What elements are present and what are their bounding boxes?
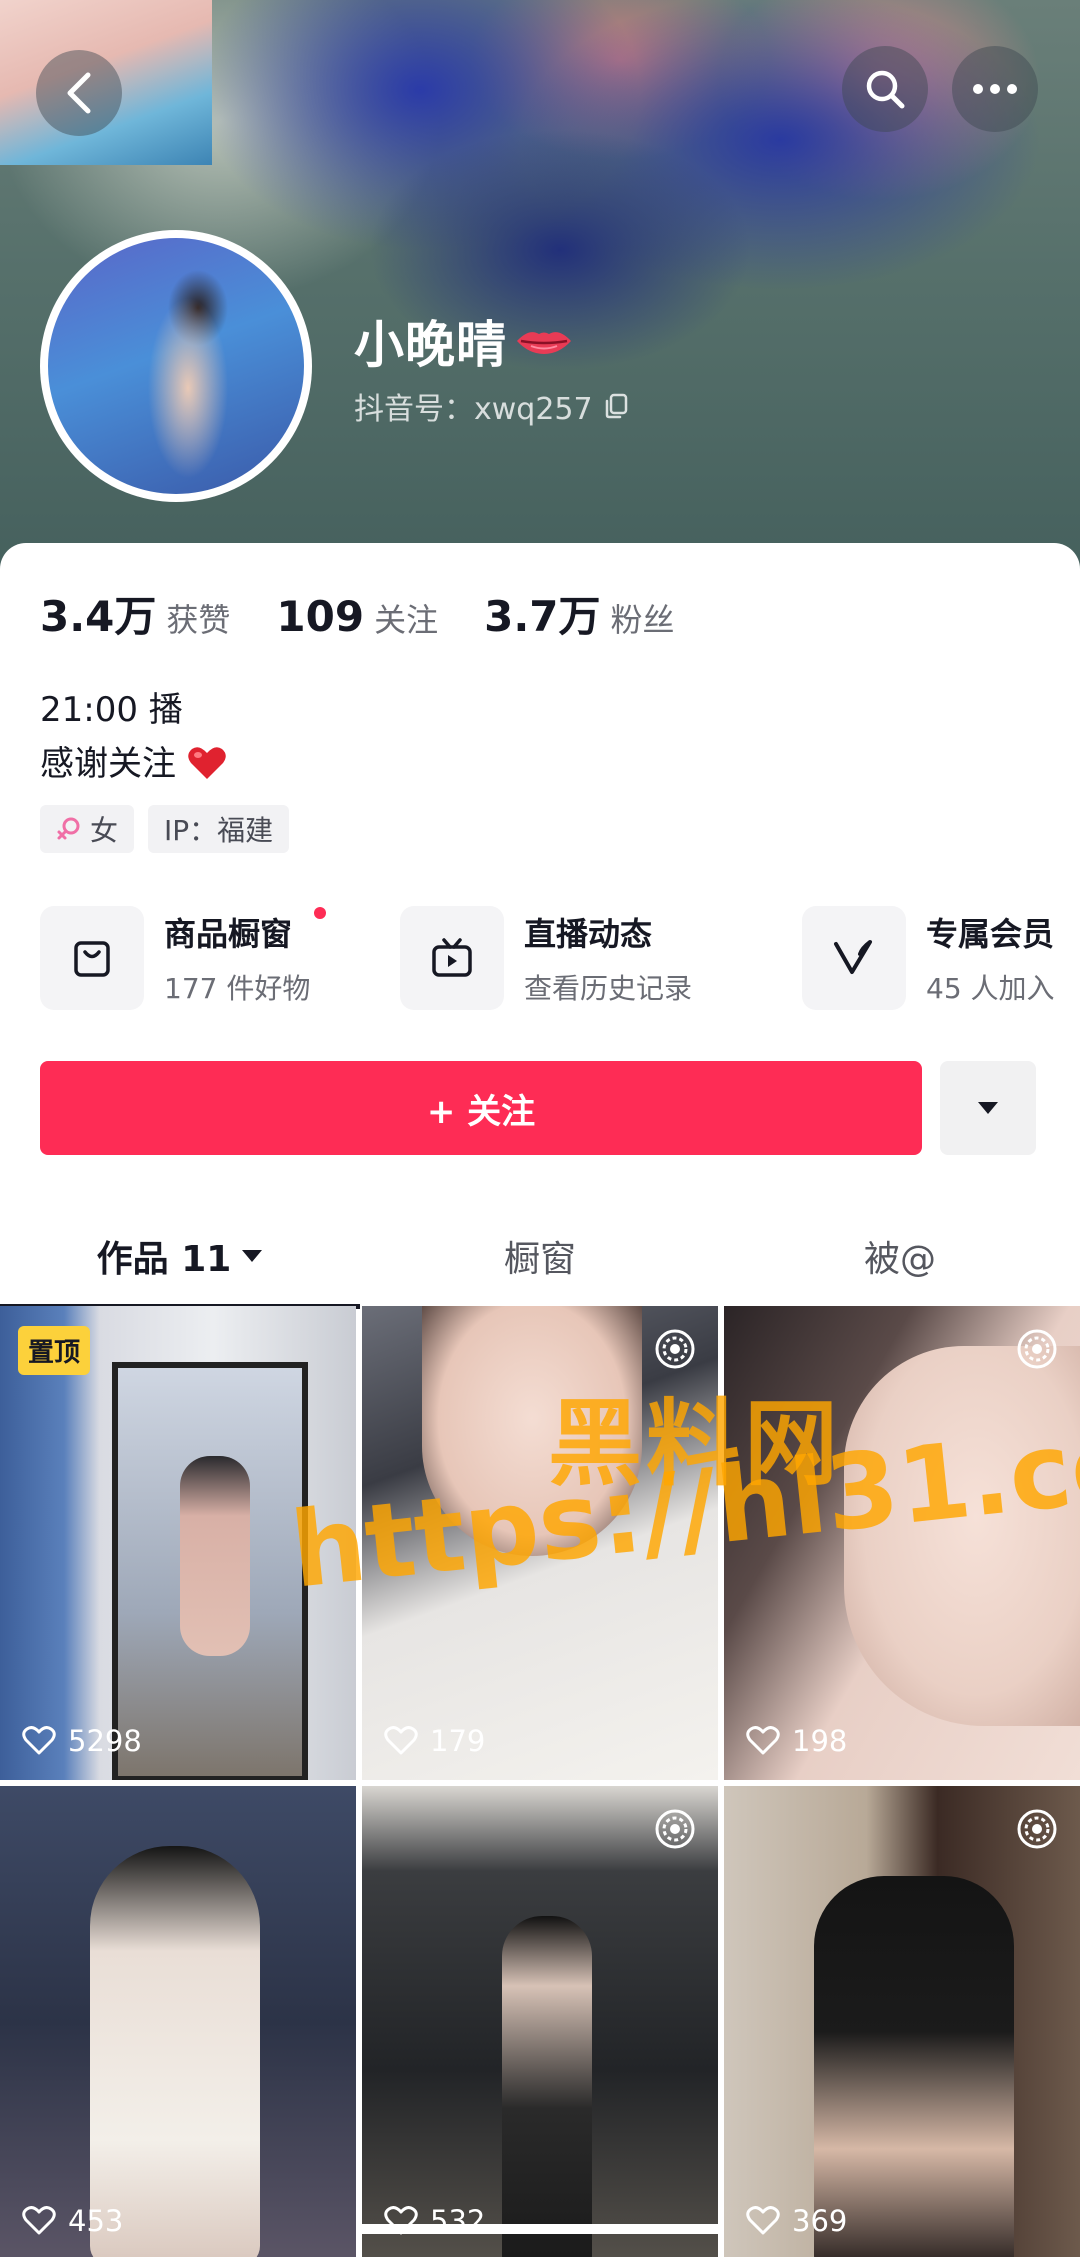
svc-title: 直播动态 [524,915,653,953]
stat-likes[interactable]: 3.4万 获赞 [40,583,230,644]
profile-nickname: 小晚晴 [354,305,573,377]
douyin-id[interactable]: 抖音号：xwq257 [354,384,629,428]
profile-tags: 女 IP：福建 [40,805,290,853]
bio-line-1: 21:00 播 [40,690,183,730]
avatar-image [48,238,304,494]
likes-count: 369 [746,2204,847,2238]
follow-button-label: + 关注 [426,1091,536,1132]
svc-icon-box [802,906,906,1010]
ip-text: IP：福建 [164,814,274,847]
live-broadcast-icon [1017,1329,1057,1369]
tab-works-label: 作品 11 [96,1239,232,1280]
bio-line-2-text: 感谢关注 [40,744,176,784]
likes-value: 179 [430,1724,486,1758]
heart-outline-icon [746,1726,780,1755]
svc-subtitle: 177 件好物 [164,972,311,1005]
recommend-dropdown-button[interactable] [940,1061,1036,1155]
likes-value: 198 [792,1724,848,1758]
video-thumbnail[interactable]: 453 [0,1786,356,2257]
caret-down-icon [242,1250,263,1262]
stat-followers[interactable]: 3.7万 粉丝 [484,583,674,644]
svc-title: 商品橱窗 [164,907,326,955]
svc-subtitle: 45 人加入 [926,972,1055,1005]
search-button[interactable] [842,46,928,132]
likes-count: 179 [384,1724,485,1758]
ip-tag: IP：福建 [148,805,290,853]
back-button[interactable] [36,50,122,136]
stat-label: 获赞 [166,601,231,639]
tv-icon [432,938,472,977]
tab-showcase[interactable]: 橱窗 [360,1203,720,1309]
bio: 21:00 播 感谢关注 [40,683,227,791]
heart-outline-icon [384,1726,418,1755]
figure-shape [180,1456,250,1656]
figure-shape [814,1876,1014,2257]
live-broadcast-icon [655,1809,695,1849]
svc-subtitle: 查看历史记录 [524,972,693,1005]
svc-icon-box [400,906,504,1010]
svc-title-text: 商品橱窗 [164,915,293,953]
video-thumbnail[interactable]: 532 [362,1786,718,2257]
heart-outline-icon [22,2206,56,2235]
follow-button[interactable]: + 关注 [40,1061,922,1155]
caret-down-icon [978,1102,998,1114]
tab-showcase-label: 橱窗 [503,1239,576,1280]
gender-tag: 女 [40,805,135,853]
notification-dot [314,907,326,919]
video-thumbnail[interactable]: 369 [724,1786,1080,2257]
avatar[interactable] [40,230,312,502]
pinned-badge: 置顶 [18,1326,91,1375]
likes-count: 5298 [22,1724,142,1758]
figure-shape [502,1916,592,2257]
likes-count: 453 [22,2204,123,2238]
douyin-id-text: 抖音号：xwq257 [354,392,593,427]
showcase-entry[interactable]: 商品橱窗 177 件好物 [40,903,326,1013]
heart-outline-icon [746,2206,780,2235]
search-icon [866,70,905,109]
nickname-text: 小晚晴 [354,316,507,374]
lips-emoji-icon [517,332,571,354]
svc-title: 专属会员 [926,915,1055,953]
likes-count: 198 [746,1724,847,1758]
stat-value: 3.7万 [484,592,601,641]
tab-mentions[interactable]: 被@ [720,1203,1080,1309]
copy-icon[interactable] [603,393,629,419]
female-icon [57,817,80,840]
likes-value: 453 [68,2204,124,2238]
red-heart-icon [188,747,226,779]
heart-outline-icon [22,1726,56,1755]
service-entries: 商品橱窗 177 件好物 直播动态 查看历史记录 专属会员 45 人加入 [40,903,1080,1013]
home-indicator [356,2224,724,2234]
content-tabs: 作品 11 橱窗 被@ [0,1203,1080,1309]
live-broadcast-icon [1017,1809,1057,1849]
bio-line-2: 感谢关注 [40,737,227,791]
svc-icon-box [40,906,144,1010]
membership-entry[interactable]: 专属会员 45 人加入 [802,903,1055,1013]
shopping-bag-icon [74,941,110,977]
more-dots-icon [973,84,1017,94]
figure-shape [90,1846,260,2257]
likes-value: 369 [792,2204,848,2238]
stat-following[interactable]: 109 关注 [276,592,438,641]
gender-text: 女 [90,814,119,847]
stats-row: 3.4万 获赞 109 关注 3.7万 粉丝 [40,583,721,644]
tab-works[interactable]: 作品 11 [0,1203,360,1309]
chevron-left-icon [67,72,91,114]
stat-value: 3.4万 [40,592,157,641]
live-records-entry[interactable]: 直播动态 查看历史记录 [400,903,692,1013]
stat-label: 关注 [374,601,439,639]
vip-v-icon [834,940,872,974]
stat-label: 粉丝 [610,601,675,639]
stat-value: 109 [276,592,365,641]
live-broadcast-icon [655,1329,695,1369]
more-options-button[interactable] [952,46,1038,132]
likes-value: 5298 [68,1724,142,1758]
tab-mentions-label: 被@ [863,1239,936,1280]
